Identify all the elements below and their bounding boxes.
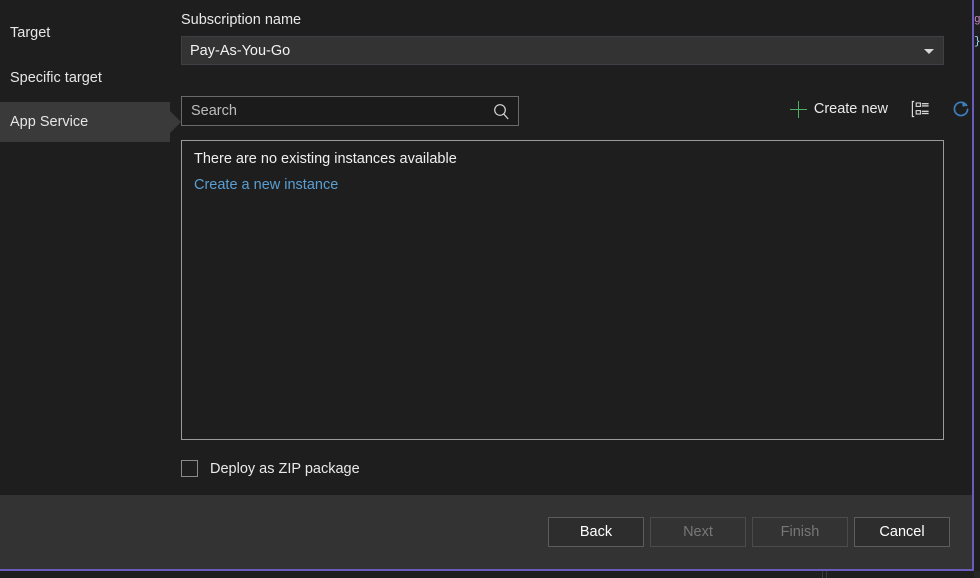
instances-toolbar: Create new — [786, 98, 972, 120]
app-service-pane: Subscription name Pay-As-You-Go Create n… — [180, 0, 972, 495]
refresh-icon[interactable] — [950, 98, 972, 120]
create-new-instance-link[interactable]: Create a new instance — [194, 177, 338, 193]
sidebar-item-specific-target[interactable]: Specific target — [0, 58, 170, 98]
instances-list[interactable]: There are no existing instances availabl… — [181, 140, 944, 440]
next-button: Next — [650, 517, 746, 547]
finish-button: Finish — [752, 517, 848, 547]
sidebar-item-label: Specific target — [10, 70, 102, 86]
chevron-down-icon — [924, 49, 934, 54]
dialog-footer: Back Next Finish Cancel — [0, 495, 972, 569]
plus-icon — [789, 100, 807, 118]
dialog-border-bottom — [0, 569, 974, 571]
search-input[interactable] — [182, 97, 483, 125]
create-new-button[interactable]: Create new — [786, 99, 892, 120]
sidebar-item-label: Target — [10, 25, 51, 41]
dialog-border-right — [972, 0, 974, 571]
cancel-button[interactable]: Cancel — [854, 517, 950, 547]
publish-dialog: Target Specific target App Service Subsc… — [0, 0, 972, 569]
wizard-sidebar: Target Specific target App Service — [0, 0, 181, 495]
backdrop-gutter — [974, 571, 980, 578]
subscription-selected-value: Pay-As-You-Go — [190, 42, 291, 59]
create-new-label: Create new — [813, 101, 888, 117]
backdrop-code-line-1: g — [974, 14, 980, 26]
empty-state-message: There are no existing instances availabl… — [194, 151, 457, 167]
search-box[interactable] — [181, 96, 519, 126]
backdrop-bottom-strip — [0, 571, 974, 578]
sidebar-item-target[interactable]: Target — [0, 13, 170, 53]
deploy-zip-checkbox[interactable] — [181, 460, 198, 477]
subscription-name-label: Subscription name — [181, 12, 302, 28]
sidebar-item-app-service[interactable]: App Service — [0, 102, 181, 142]
deploy-zip-label: Deploy as ZIP package — [210, 460, 360, 477]
group-by-icon[interactable] — [910, 98, 932, 120]
sidebar-item-label: App Service — [10, 114, 89, 130]
back-button[interactable]: Back — [548, 517, 644, 547]
backdrop-code-line-2: }; — [974, 36, 980, 48]
search-icon — [493, 103, 510, 125]
deploy-zip-option[interactable]: Deploy as ZIP package — [181, 460, 360, 477]
subscription-dropdown[interactable]: Pay-As-You-Go — [181, 36, 944, 65]
